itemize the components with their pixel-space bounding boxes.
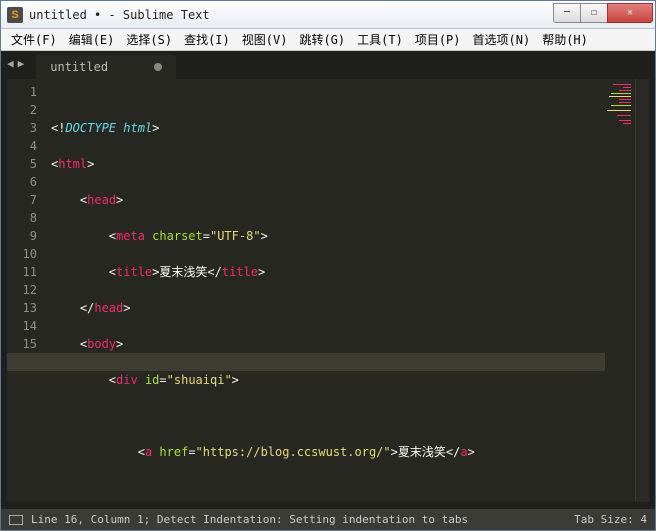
menu-view[interactable]: 视图(V) [236,29,294,50]
mm-mark [623,87,631,88]
code-line: <html> [51,155,605,173]
status-left: Line 16, Column 1; Detect Indentation: S… [31,513,468,526]
line-no: 9 [7,227,37,245]
mm-mark [623,123,631,124]
line-no: 10 [7,245,37,263]
line-no: 14 [7,317,37,335]
menubar: 文件(F) 编辑(E) 选择(S) 查找(I) 视图(V) 跳转(G) 工具(T… [1,29,655,51]
active-line-highlight [45,353,605,371]
code-line: <meta charset="UTF-8"> [51,227,605,245]
editor: 1 2 3 4 5 6 7 8 9 10 11 12 13 14 15 16 <… [1,79,655,508]
tab-label: untitled [50,60,108,74]
titlebar[interactable]: untitled • - Sublime Text ─ ☐ ✕ [1,1,655,29]
minimap[interactable] [605,79,635,502]
line-no: 11 [7,263,37,281]
gutter-highlight [7,353,45,371]
gutter: 1 2 3 4 5 6 7 8 9 10 11 12 13 14 15 16 [7,79,45,502]
dirty-dot-icon [154,63,162,71]
mm-mark [609,96,631,97]
mm-mark [617,115,631,116]
statusbar: Line 16, Column 1; Detect Indentation: S… [1,508,655,530]
code-line: <title>夏末浅笑</title> [51,263,605,281]
tab-next-icon[interactable]: ▶ [18,57,25,70]
line-no: 5 [7,155,37,173]
line-no: 2 [7,101,37,119]
tab-nav: ◀ ▶ [7,51,24,79]
code-line [51,407,605,425]
code-line: <body> [51,335,605,353]
line-no: 13 [7,299,37,317]
menu-find[interactable]: 查找(I) [178,29,236,50]
menu-select[interactable]: 选择(S) [120,29,178,50]
code-line: <a href="https://blog.ccswust.org/">夏末浅笑… [51,443,605,461]
code-area[interactable]: <!DOCTYPE html> <html> <head> <meta char… [45,79,605,502]
app-window: untitled • - Sublime Text ─ ☐ ✕ 文件(F) 编辑… [0,0,656,531]
mm-mark [613,84,631,85]
code-line: <head> [51,191,605,209]
line-no: 4 [7,137,37,155]
window-controls: ─ ☐ ✕ [554,3,653,23]
tab-untitled[interactable]: untitled [36,55,176,79]
mm-mark [607,110,631,111]
line-no: 12 [7,281,37,299]
tabstrip: ◀ ▶ untitled [1,51,655,79]
maximize-button[interactable]: ☐ [580,3,608,23]
scrollbar[interactable] [635,79,649,502]
panel-toggle-icon[interactable] [9,515,23,525]
code-line: </head> [51,299,605,317]
menu-prefs[interactable]: 首选项(N) [467,29,537,50]
menu-tools[interactable]: 工具(T) [351,29,409,50]
mm-mark [619,102,631,103]
code-line: <!DOCTYPE html> [51,119,605,137]
mm-mark [619,120,631,121]
tab-prev-icon[interactable]: ◀ [7,57,14,70]
line-no: 6 [7,173,37,191]
line-no: 1 [7,83,37,101]
mm-mark [611,93,631,94]
line-no: 8 [7,209,37,227]
window-title: untitled • - Sublime Text [29,8,554,22]
mm-mark [611,105,631,106]
status-right[interactable]: Tab Size: 4 [574,513,647,526]
menu-help[interactable]: 帮助(H) [536,29,594,50]
menu-edit[interactable]: 编辑(E) [63,29,121,50]
line-no: 7 [7,191,37,209]
line-no: 15 [7,335,37,353]
close-button[interactable]: ✕ [607,3,653,23]
menu-project[interactable]: 项目(P) [409,29,467,50]
menu-file[interactable]: 文件(F) [5,29,63,50]
code-line: <div id="shuaiqi"> [51,371,605,389]
mm-mark [619,90,631,91]
code-line [51,479,605,497]
line-no: 3 [7,119,37,137]
menu-goto[interactable]: 跳转(G) [293,29,351,50]
app-icon [7,7,23,23]
mm-mark [619,99,631,100]
minimize-button[interactable]: ─ [553,3,581,23]
